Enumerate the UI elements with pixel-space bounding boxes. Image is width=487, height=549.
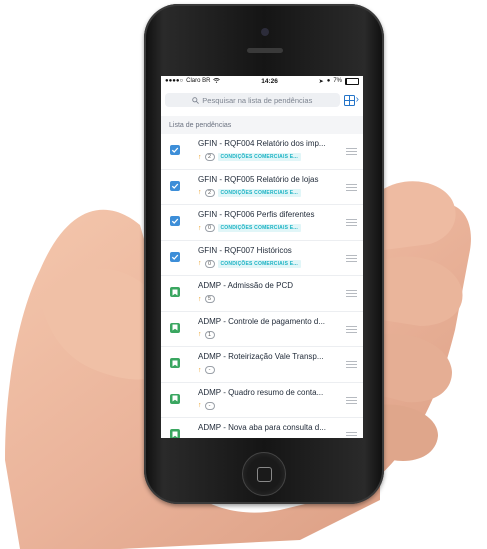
pin-icon: ↑: [198, 260, 202, 267]
comment-count-badge: -: [204, 401, 215, 410]
pin-icon: ↑: [198, 437, 202, 438]
list-item[interactable]: ADMP - Roteirização Vale Transp... ↑ -: [161, 347, 363, 383]
section-header: Lista de pendências: [161, 116, 363, 134]
comment-count-badge: 1: [204, 330, 215, 339]
list-item-title: GFIN - RQF006 Perfis diferentes: [198, 210, 315, 219]
status-bar: ●●●●○ Claro BR 14:26 ➤ ● 7%: [161, 76, 363, 86]
pending-list: GFIN - RQF004 Relatório dos imp... ↑ 2 COND…: [161, 134, 363, 438]
earpiece-speaker: [247, 48, 283, 53]
pin-icon: ↑: [198, 153, 202, 161]
list-item-meta: ↑ 2 CONDIÇÕES COMERCIAIS E...: [198, 153, 302, 161]
comment-count-badge: 0: [204, 259, 215, 268]
comment-count-badge: 5: [204, 295, 215, 303]
list-item-meta: ↑ -: [198, 401, 215, 410]
signal-dots-icon: ●●●●○: [165, 78, 184, 84]
drag-handle-icon[interactable]: [346, 396, 357, 406]
list-item-meta: ↑ 1: [198, 330, 215, 339]
list-item-meta: ↑: [198, 437, 202, 438]
checkbox-checked-icon[interactable]: [170, 180, 180, 191]
checkbox-checked-icon[interactable]: [170, 145, 180, 155]
category-tag: CONDIÇÕES COMERCIAIS E...: [217, 259, 302, 268]
list-item-title: GFIN - RQF005 Relatório de lojas: [198, 174, 319, 184]
battery-icon: [344, 77, 359, 85]
list-item[interactable]: ADMP - Nova aba para consulta d... ↑: [161, 418, 363, 438]
list-item-meta: ↑ 2 CONDIÇÕES COMERCIAIS E...: [198, 188, 302, 197]
list-item-meta: ↑ 5: [198, 295, 215, 303]
list-item[interactable]: ADMP - Admissão de PCD ↑ 5: [161, 276, 363, 312]
drag-handle-icon[interactable]: [346, 254, 357, 264]
list-item[interactable]: GFIN - RQF004 Relatório dos imp... ↑ 2 COND…: [161, 134, 363, 170]
list-item[interactable]: GFIN - RQF007 Históricos ↑ 0 CONDIÇÕES COME…: [161, 241, 363, 276]
search-placeholder: Pesquisar na lista de pendências: [202, 95, 313, 105]
bookmark-flag-icon[interactable]: [170, 429, 180, 438]
list-item-title: ADMP - Controle de pagamento d...: [198, 316, 326, 326]
drag-handle-icon[interactable]: [346, 432, 357, 438]
bookmark-flag-icon[interactable]: [170, 393, 180, 404]
location-arrow-icon: ➤: [318, 78, 324, 85]
battery-percent: 7%: [333, 78, 342, 84]
category-tag: CONDIÇÕES COMERCIAIS E...: [217, 224, 302, 232]
pin-icon: ↑: [198, 331, 202, 338]
list-item[interactable]: GFIN - RQF006 Perfis diferentes ↑ 0 CONDIÇÕ…: [161, 205, 363, 241]
drag-handle-icon[interactable]: [346, 148, 357, 157]
alarm-icon: ●: [326, 78, 331, 84]
category-tag: CONDIÇÕES COMERCIAIS E...: [217, 188, 302, 197]
search-row: Pesquisar na lista de pendências ›: [161, 86, 363, 110]
comment-count-badge: 2: [204, 153, 215, 161]
comment-count-badge: -: [204, 366, 215, 374]
search-input[interactable]: Pesquisar na lista de pendências: [165, 93, 340, 107]
drag-handle-icon[interactable]: [346, 183, 357, 193]
bookmark-flag-icon[interactable]: [170, 287, 180, 297]
carrier-label: Claro BR: [186, 78, 211, 84]
bookmark-flag-icon[interactable]: [170, 358, 180, 368]
drag-handle-icon[interactable]: [346, 290, 357, 299]
comment-count-badge: 0: [204, 224, 215, 232]
list-item-title: ADMP - Admissão de PCD: [198, 281, 293, 290]
list-item-meta: ↑ 0 CONDIÇÕES COMERCIAIS E...: [198, 259, 302, 268]
list-item[interactable]: ADMP - Quadro resumo de conta... ↑ -: [161, 383, 363, 418]
list-item[interactable]: ADMP - Controle de pagamento d... ↑ 1: [161, 312, 363, 347]
list-item-title: ADMP - Nova aba para consulta d...: [198, 423, 326, 432]
comment-count-badge: 2: [204, 188, 215, 197]
drag-handle-icon[interactable]: [346, 361, 357, 370]
status-time: 14:26: [261, 77, 278, 85]
list-item-title: ADMP - Quadro resumo de conta...: [198, 387, 324, 397]
list-item-title: ADMP - Roteirização Vale Transp...: [198, 352, 324, 361]
wifi-icon: [213, 77, 221, 85]
checkbox-checked-icon[interactable]: [170, 216, 180, 226]
list-item-title: GFIN - RQF004 Relatório dos imp...: [198, 139, 326, 148]
pin-icon: ↑: [198, 402, 202, 409]
list-item-title: GFIN - RQF007 Históricos: [198, 245, 292, 255]
front-camera: [261, 28, 269, 36]
pin-icon: ↑: [198, 366, 202, 374]
list-item[interactable]: GFIN - RQF005 Relatório de lojas ↑ 2 CONDIÇ…: [161, 170, 363, 205]
app-screen: ●●●●○ Claro BR 14:26 ➤ ● 7% Pesquisar na…: [161, 76, 363, 438]
checkbox-checked-icon[interactable]: [170, 251, 180, 262]
home-button[interactable]: [242, 452, 286, 496]
chevron-right-icon[interactable]: ›: [356, 95, 359, 105]
list-item-meta: ↑ 0 CONDIÇÕES COMERCIAIS E...: [198, 224, 302, 232]
pin-icon: ↑: [198, 224, 202, 232]
grid-view-icon[interactable]: [343, 94, 355, 106]
drag-handle-icon[interactable]: [346, 219, 357, 228]
drag-handle-icon[interactable]: [346, 325, 357, 335]
list-item-meta: ↑ -: [198, 366, 215, 374]
category-tag: CONDIÇÕES COMERCIAIS E...: [217, 153, 302, 161]
search-icon: [192, 96, 200, 104]
pin-icon: ↑: [198, 295, 202, 303]
bookmark-flag-icon[interactable]: [170, 322, 180, 333]
pin-icon: ↑: [198, 189, 202, 196]
